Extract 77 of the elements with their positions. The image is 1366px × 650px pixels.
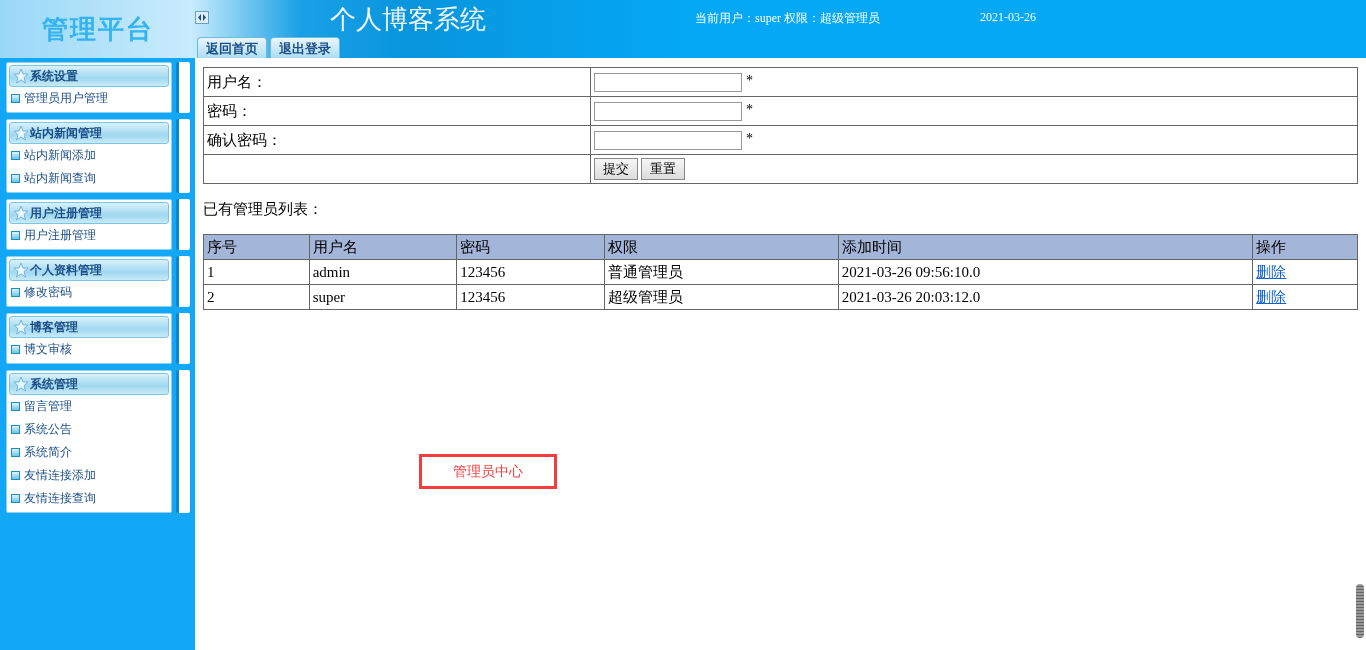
table-cell: 2021-03-26 20:03:12.0 [838, 284, 1253, 310]
table-cell: 123456 [456, 259, 605, 285]
square-bullet-icon [11, 151, 20, 160]
sidebar-item[interactable]: 修改密码 [9, 281, 169, 304]
required-mark: * [746, 131, 753, 147]
sidebar-group-header[interactable]: 系统管理 [9, 373, 169, 395]
square-bullet-icon [11, 231, 20, 240]
star-icon [13, 376, 29, 392]
input-field[interactable] [594, 72, 742, 92]
form-button[interactable]: 提交 [594, 158, 638, 180]
sidebar-item[interactable]: 站内新闻添加 [9, 144, 169, 167]
nav-tab[interactable]: 返回首页 [197, 37, 267, 59]
sidebar-item[interactable]: 系统公告 [9, 418, 169, 441]
sidebar-group-header[interactable]: 用户注册管理 [9, 202, 169, 224]
form-button[interactable]: 重置 [641, 158, 685, 180]
square-bullet-icon [11, 471, 20, 480]
table-cell: super [309, 284, 457, 310]
sidebar-item[interactable]: 友情连接添加 [9, 464, 169, 487]
column-header: 序号 [203, 234, 310, 260]
current-user-info: 当前用户：super 权限：超级管理员 [695, 10, 880, 27]
delete-link[interactable]: 删除 [1256, 263, 1287, 280]
column-header: 用户名 [309, 234, 457, 260]
sidebar-group-header[interactable]: 系统设置 [9, 65, 169, 87]
input-field[interactable] [594, 101, 742, 121]
square-bullet-icon [11, 448, 20, 457]
sidebar-group-edge [176, 256, 190, 307]
square-bullet-icon [11, 494, 20, 503]
form-label: 密码： [203, 96, 591, 126]
sidebar-item[interactable]: 博文审核 [9, 338, 169, 361]
input-field[interactable] [594, 130, 742, 150]
required-mark: * [746, 102, 753, 118]
sidebar-group-edge [176, 313, 190, 364]
column-header: 添加时间 [838, 234, 1253, 260]
list-title: 已有管理员列表： [203, 200, 324, 219]
square-bullet-icon [11, 425, 20, 434]
delete-link[interactable]: 删除 [1256, 288, 1287, 305]
star-icon [13, 262, 29, 278]
sidebar-item[interactable]: 友情连接查询 [9, 487, 169, 510]
sidebar-group-edge [176, 62, 190, 113]
star-icon [13, 125, 29, 141]
table-cell: 2 [203, 284, 310, 310]
sidebar-group-edge [176, 199, 190, 250]
platform-title: 管理平台 [40, 12, 155, 46]
column-header: 权限 [604, 234, 839, 260]
star-icon [13, 319, 29, 335]
form-label: 确认密码： [203, 125, 591, 155]
square-bullet-icon [11, 345, 20, 354]
sidebar-item[interactable]: 系统简介 [9, 441, 169, 464]
sidebar-group-header[interactable]: 博客管理 [9, 316, 169, 338]
table-cell: 1 [203, 259, 310, 285]
sidebar-item[interactable]: 管理员用户管理 [9, 87, 169, 110]
table-cell: 2021-03-26 09:56:10.0 [838, 259, 1253, 285]
square-bullet-icon [11, 402, 20, 411]
square-bullet-icon [11, 94, 20, 103]
square-bullet-icon [11, 174, 20, 183]
column-header: 密码 [456, 234, 605, 260]
table-cell: admin [309, 259, 457, 285]
sidebar-item[interactable]: 留言管理 [9, 395, 169, 418]
sidebar-group-header[interactable]: 个人资料管理 [9, 259, 169, 281]
column-header: 操作 [1252, 234, 1358, 260]
table-cell: 普通管理员 [604, 259, 839, 285]
star-icon [13, 68, 29, 84]
scrollbar-thumb[interactable] [1356, 584, 1364, 638]
nav-tab[interactable]: 退出登录 [270, 37, 340, 59]
table-cell: 123456 [456, 284, 605, 310]
caption-label: 管理员中心 [419, 454, 557, 489]
sidebar-item[interactable]: 用户注册管理 [9, 224, 169, 247]
system-title: 个人博客系统 [330, 3, 486, 36]
star-icon [13, 205, 29, 221]
form-label: 用户名： [203, 67, 591, 97]
current-date: 2021-03-26 [980, 10, 1036, 26]
square-bullet-icon [11, 288, 20, 297]
required-mark: * [746, 73, 753, 89]
table-cell: 超级管理员 [604, 284, 839, 310]
sidebar-item[interactable]: 站内新闻查询 [9, 167, 169, 190]
sidebar-group-header[interactable]: 站内新闻管理 [9, 122, 169, 144]
collapse-toggle-icon[interactable] [195, 11, 209, 24]
